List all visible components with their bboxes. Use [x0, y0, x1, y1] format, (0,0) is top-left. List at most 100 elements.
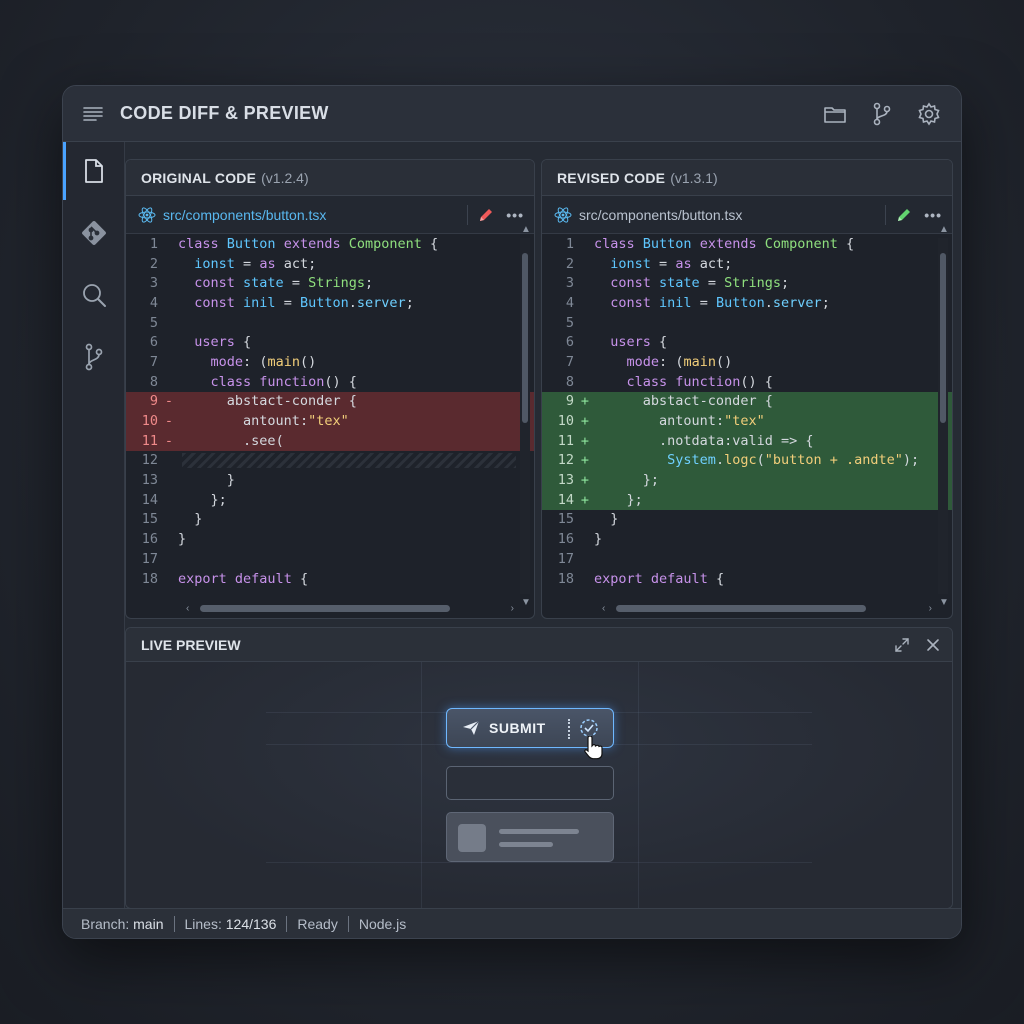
title-bar: CODE DIFF & PREVIEW — [63, 86, 961, 142]
line-number: 5 — [565, 314, 574, 331]
preview-header: LIVE PREVIEW — [126, 628, 952, 662]
code-line: 4 const inil = Button.server; — [542, 293, 952, 313]
diff-marker: + — [580, 452, 590, 469]
code-text: } — [178, 531, 187, 548]
scrollbar-thumb[interactable] — [200, 605, 450, 612]
line-number: 9 — [149, 393, 158, 410]
preview-card[interactable] — [446, 812, 614, 862]
revised-file-name: src/components/button.tsx — [579, 206, 743, 223]
button-divider — [568, 719, 570, 739]
line-number: 14 — [557, 491, 574, 508]
code-text: const inil = Button.server; — [610, 294, 830, 311]
guide-line — [421, 662, 422, 908]
code-line: 17 — [542, 549, 952, 569]
code-text: class Button extends Component { — [594, 235, 855, 252]
added-line: 12 + System.logc("button + .andte"); — [542, 450, 952, 471]
pencil-icon[interactable] — [478, 207, 494, 223]
scroll-down-arrow[interactable]: ▼ — [939, 597, 949, 608]
settings-icon[interactable] — [917, 102, 941, 126]
scroll-left-arrow[interactable]: ‹ — [602, 603, 605, 614]
folder-icon[interactable] — [823, 104, 847, 124]
line-number: 2 — [149, 255, 158, 272]
code-line: 2 ionst = as act; — [542, 254, 952, 274]
line-number: 12 — [557, 452, 574, 469]
scrollbar-thumb[interactable] — [940, 253, 946, 423]
code-line: 14 }; — [126, 490, 534, 510]
more-options-button[interactable]: ••• — [924, 207, 942, 223]
sidebar-item-search[interactable] — [63, 266, 125, 324]
line-number: 10 — [141, 413, 158, 430]
revised-vertical-scrollbar[interactable]: ▲ ▼ — [938, 224, 949, 608]
menu-icon[interactable] — [83, 106, 103, 122]
code-line: 2 ionst = as act; — [126, 254, 534, 274]
revised-file-tab[interactable]: src/components/button.tsx ••• — [542, 196, 952, 234]
expand-icon[interactable] — [894, 637, 910, 653]
original-horizontal-scrollbar[interactable]: ‹ › — [184, 602, 516, 614]
code-text: } — [194, 511, 203, 528]
code-line: 6 users { — [542, 332, 952, 352]
code-text: export default { — [594, 570, 725, 587]
added-line: 10 + antount:"tex" — [542, 411, 952, 431]
line-number: 4 — [565, 294, 574, 311]
code-text: }; — [626, 491, 643, 508]
scroll-up-arrow[interactable]: ▲ — [521, 224, 531, 235]
more-options-button[interactable]: ••• — [506, 207, 524, 223]
live-preview-panel: LIVE PREVIEW SUBMIT — [125, 627, 953, 909]
code-line: 4 const inil = Button.server; — [126, 293, 534, 313]
status-runtime: Node.js — [358, 915, 407, 932]
scroll-left-arrow[interactable]: ‹ — [186, 603, 189, 614]
original-file-tab[interactable]: src/components/button.tsx ••• — [126, 196, 534, 234]
code-line: 7 mode: (main() — [126, 352, 534, 372]
code-text: class function() { — [626, 373, 773, 390]
git-branch-icon[interactable] — [872, 102, 892, 126]
card-thumbnail — [458, 824, 486, 852]
card-text-placeholder — [499, 829, 579, 834]
line-number: 4 — [149, 294, 158, 311]
scrollbar-thumb[interactable] — [522, 253, 528, 423]
preview-input-field[interactable] — [446, 766, 614, 800]
original-version: (v1.2.4) — [261, 169, 309, 186]
original-code-editor[interactable]: 1 class Button extends Component {2 ionst… — [126, 234, 534, 598]
pencil-icon[interactable] — [896, 207, 912, 223]
scroll-right-arrow[interactable]: › — [929, 603, 932, 614]
scroll-right-arrow[interactable]: › — [511, 603, 514, 614]
code-text: .notdata:valid => { — [659, 432, 814, 449]
added-line: 11 + .notdata:valid => { — [542, 430, 952, 451]
code-line: 8 class function() { — [126, 372, 534, 392]
code-line: 5 — [542, 313, 952, 333]
diff-marker: - — [164, 432, 174, 449]
code-text: mode: (main() — [210, 353, 317, 370]
code-text: ionst = as act; — [194, 255, 317, 272]
original-vertical-scrollbar[interactable]: ▲ ▼ — [520, 224, 531, 608]
sidebar-item-git[interactable] — [63, 204, 125, 262]
original-code-pane: ORIGINAL CODE (v1.2.4) src/components/bu… — [125, 159, 535, 619]
line-number: 18 — [557, 570, 574, 587]
code-line: 7 mode: (main() — [542, 352, 952, 372]
git-icon — [80, 219, 108, 247]
status-branch[interactable]: Branch: main — [81, 916, 174, 932]
code-line: 3 const state = Strings; — [126, 273, 534, 293]
file-icon — [83, 158, 105, 184]
line-number: 6 — [565, 334, 574, 351]
revised-horizontal-scrollbar[interactable]: ‹ › — [600, 602, 934, 614]
sidebar-item-explorer[interactable] — [63, 142, 125, 200]
scroll-down-arrow[interactable]: ▼ — [521, 597, 531, 608]
scrollbar-thumb[interactable] — [616, 605, 866, 612]
line-number: 16 — [557, 531, 574, 548]
deleted-line: 10- antount:"tex" — [126, 411, 534, 431]
sidebar-item-source-control[interactable] — [63, 328, 125, 386]
diff-marker: + — [580, 472, 590, 489]
revised-pane-title: REVISED CODE — [557, 169, 666, 186]
added-line: 14 + }; — [542, 489, 952, 510]
status-bar: Branch: main Lines: 124/136 Ready Node.j… — [63, 908, 961, 938]
code-text: abstact-conder { — [642, 393, 773, 410]
line-number: 6 — [149, 334, 158, 351]
scroll-up-arrow[interactable]: ▲ — [939, 224, 949, 235]
line-number: 2 — [565, 255, 574, 272]
revised-code-editor[interactable]: 1 class Button extends Component {2 ionst… — [542, 234, 952, 598]
code-text: export default { — [178, 570, 309, 587]
line-number: 7 — [565, 353, 574, 370]
diff-marker: - — [164, 413, 174, 430]
code-line: 12 — [126, 451, 534, 471]
close-icon[interactable] — [926, 637, 940, 653]
